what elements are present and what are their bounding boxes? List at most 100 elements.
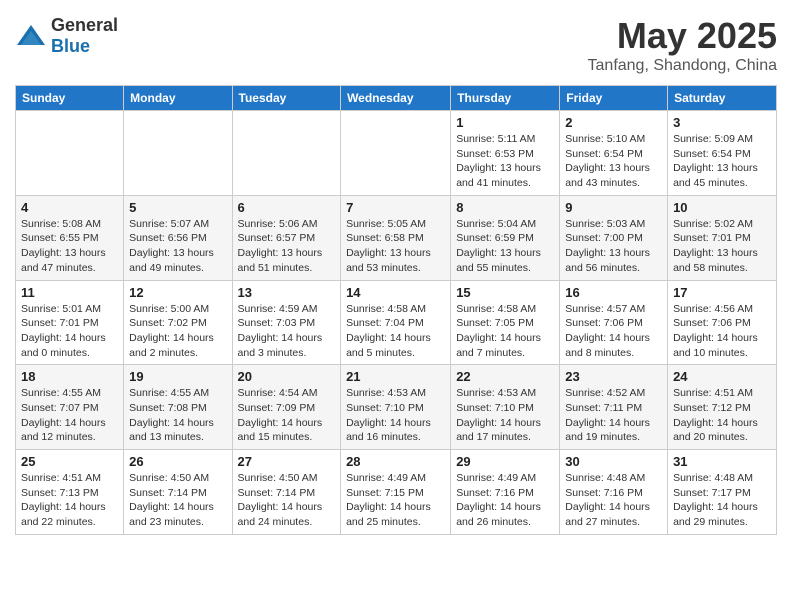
- calendar-cell: [341, 111, 451, 196]
- day-detail: Sunrise: 4:53 AM Sunset: 7:10 PM Dayligh…: [456, 386, 554, 445]
- calendar-cell: 20 Sunrise: 4:54 AM Sunset: 7:09 PM Dayli…: [232, 365, 341, 450]
- day-number: 8: [456, 200, 554, 215]
- calendar-cell: 2 Sunrise: 5:10 AM Sunset: 6:54 PM Daylig…: [560, 111, 668, 196]
- calendar-cell: 29Sunrise: 4:49 AM Sunset: 7:16 PM Dayli…: [451, 450, 560, 535]
- day-detail: Sunrise: 5:05 AM Sunset: 6:58 PM Dayligh…: [346, 217, 445, 276]
- calendar-cell: 9 Sunrise: 5:03 AM Sunset: 7:00 PM Daylig…: [560, 195, 668, 280]
- calendar-cell: 17Sunrise: 4:56 AM Sunset: 7:06 PM Dayli…: [668, 280, 777, 365]
- day-detail: Sunrise: 4:51 AM Sunset: 7:12 PM Dayligh…: [673, 386, 771, 445]
- day-number: 31: [673, 454, 771, 469]
- weekday-header-thursday: Thursday: [451, 86, 560, 111]
- day-detail: Sunrise: 5:10 AM Sunset: 6:54 PM Dayligh…: [565, 132, 662, 191]
- day-number: 10: [673, 200, 771, 215]
- day-number: 14: [346, 285, 445, 300]
- location-subtitle: Tanfang, Shandong, China: [588, 57, 777, 75]
- day-detail: Sunrise: 4:48 AM Sunset: 7:16 PM Dayligh…: [565, 471, 662, 530]
- day-number: 22: [456, 369, 554, 384]
- day-number: 1: [456, 115, 554, 130]
- calendar-cell: 31 Sunrise: 4:48 AM Sunset: 7:17 PM Dayli…: [668, 450, 777, 535]
- weekday-header-wednesday: Wednesday: [341, 86, 451, 111]
- day-number: 26: [129, 454, 226, 469]
- title-block: May 2025 Tanfang, Shandong, China: [588, 15, 777, 75]
- day-detail: Sunrise: 4:48 AM Sunset: 7:17 PM Dayligh…: [673, 471, 771, 530]
- calendar-week-row: 11 Sunrise: 5:01 AM Sunset: 7:01 PM Dayli…: [16, 280, 777, 365]
- calendar-cell: 6Sunrise: 5:06 AM Sunset: 6:57 PM Daylig…: [232, 195, 341, 280]
- calendar-cell: 30 Sunrise: 4:48 AM Sunset: 7:16 PM Dayli…: [560, 450, 668, 535]
- day-number: 16: [565, 285, 662, 300]
- weekday-header-tuesday: Tuesday: [232, 86, 341, 111]
- day-number: 18: [21, 369, 118, 384]
- day-detail: Sunrise: 5:00 AM Sunset: 7:02 PM Dayligh…: [129, 302, 226, 361]
- day-detail: Sunrise: 4:55 AM Sunset: 7:08 PM Dayligh…: [129, 386, 226, 445]
- calendar-cell: 22 Sunrise: 4:53 AM Sunset: 7:10 PM Dayli…: [451, 365, 560, 450]
- day-number: 15: [456, 285, 554, 300]
- day-detail: Sunrise: 4:57 AM Sunset: 7:06 PM Dayligh…: [565, 302, 662, 361]
- day-detail: Sunrise: 4:55 AM Sunset: 7:07 PM Dayligh…: [21, 386, 118, 445]
- day-number: 13: [238, 285, 336, 300]
- calendar-cell: 23Sunrise: 4:52 AM Sunset: 7:11 PM Dayli…: [560, 365, 668, 450]
- day-number: 21: [346, 369, 445, 384]
- day-detail: Sunrise: 5:11 AM Sunset: 6:53 PM Dayligh…: [456, 132, 554, 191]
- day-number: 20: [238, 369, 336, 384]
- logo-blue-text: Blue: [51, 36, 90, 56]
- calendar-week-row: 25Sunrise: 4:51 AM Sunset: 7:13 PM Dayli…: [16, 450, 777, 535]
- calendar-week-row: 4 Sunrise: 5:08 AM Sunset: 6:55 PM Daylig…: [16, 195, 777, 280]
- day-detail: Sunrise: 5:03 AM Sunset: 7:00 PM Dayligh…: [565, 217, 662, 276]
- day-detail: Sunrise: 5:09 AM Sunset: 6:54 PM Dayligh…: [673, 132, 771, 191]
- calendar-cell: 8 Sunrise: 5:04 AM Sunset: 6:59 PM Daylig…: [451, 195, 560, 280]
- calendar-cell: 26 Sunrise: 4:50 AM Sunset: 7:14 PM Dayli…: [124, 450, 232, 535]
- day-number: 6: [238, 200, 336, 215]
- day-number: 28: [346, 454, 445, 469]
- day-number: 9: [565, 200, 662, 215]
- day-detail: Sunrise: 5:04 AM Sunset: 6:59 PM Dayligh…: [456, 217, 554, 276]
- logo-icon: [15, 23, 47, 49]
- calendar-cell: 28Sunrise: 4:49 AM Sunset: 7:15 PM Dayli…: [341, 450, 451, 535]
- page-header: General Blue May 2025 Tanfang, Shandong,…: [15, 15, 777, 75]
- day-number: 23: [565, 369, 662, 384]
- calendar-cell: 7Sunrise: 5:05 AM Sunset: 6:58 PM Daylig…: [341, 195, 451, 280]
- logo-general-text: General: [51, 15, 118, 35]
- day-detail: Sunrise: 5:08 AM Sunset: 6:55 PM Dayligh…: [21, 217, 118, 276]
- calendar-cell: 10 Sunrise: 5:02 AM Sunset: 7:01 PM Dayli…: [668, 195, 777, 280]
- day-detail: Sunrise: 5:01 AM Sunset: 7:01 PM Dayligh…: [21, 302, 118, 361]
- calendar-cell: 24 Sunrise: 4:51 AM Sunset: 7:12 PM Dayli…: [668, 365, 777, 450]
- calendar-cell: 13 Sunrise: 4:59 AM Sunset: 7:03 PM Dayli…: [232, 280, 341, 365]
- day-detail: Sunrise: 4:58 AM Sunset: 7:04 PM Dayligh…: [346, 302, 445, 361]
- day-number: 2: [565, 115, 662, 130]
- day-number: 19: [129, 369, 226, 384]
- day-detail: Sunrise: 4:49 AM Sunset: 7:16 PM Dayligh…: [456, 471, 554, 530]
- day-number: 24: [673, 369, 771, 384]
- day-detail: Sunrise: 4:53 AM Sunset: 7:10 PM Dayligh…: [346, 386, 445, 445]
- day-detail: Sunrise: 4:58 AM Sunset: 7:05 PM Dayligh…: [456, 302, 554, 361]
- calendar-cell: 3 Sunrise: 5:09 AM Sunset: 6:54 PM Daylig…: [668, 111, 777, 196]
- calendar-week-row: 18 Sunrise: 4:55 AM Sunset: 7:07 PM Dayli…: [16, 365, 777, 450]
- weekday-header-row: SundayMondayTuesdayWednesdayThursdayFrid…: [16, 86, 777, 111]
- day-number: 12: [129, 285, 226, 300]
- calendar-cell: 14 Sunrise: 4:58 AM Sunset: 7:04 PM Dayli…: [341, 280, 451, 365]
- calendar-cell: 25Sunrise: 4:51 AM Sunset: 7:13 PM Dayli…: [16, 450, 124, 535]
- day-detail: Sunrise: 5:07 AM Sunset: 6:56 PM Dayligh…: [129, 217, 226, 276]
- calendar-cell: [124, 111, 232, 196]
- day-number: 4: [21, 200, 118, 215]
- day-number: 3: [673, 115, 771, 130]
- day-number: 27: [238, 454, 336, 469]
- day-detail: Sunrise: 4:50 AM Sunset: 7:14 PM Dayligh…: [238, 471, 336, 530]
- weekday-header-saturday: Saturday: [668, 86, 777, 111]
- calendar-cell: 18 Sunrise: 4:55 AM Sunset: 7:07 PM Dayli…: [16, 365, 124, 450]
- calendar-cell: [16, 111, 124, 196]
- calendar-cell: 4 Sunrise: 5:08 AM Sunset: 6:55 PM Daylig…: [16, 195, 124, 280]
- calendar-cell: 5Sunrise: 5:07 AM Sunset: 6:56 PM Daylig…: [124, 195, 232, 280]
- day-number: 11: [21, 285, 118, 300]
- calendar-cell: 19 Sunrise: 4:55 AM Sunset: 7:08 PM Dayli…: [124, 365, 232, 450]
- day-detail: Sunrise: 4:54 AM Sunset: 7:09 PM Dayligh…: [238, 386, 336, 445]
- calendar-week-row: 1 Sunrise: 5:11 AM Sunset: 6:53 PM Daylig…: [16, 111, 777, 196]
- day-detail: Sunrise: 4:50 AM Sunset: 7:14 PM Dayligh…: [129, 471, 226, 530]
- calendar-cell: 16 Sunrise: 4:57 AM Sunset: 7:06 PM Dayli…: [560, 280, 668, 365]
- calendar-cell: [232, 111, 341, 196]
- calendar-cell: 11 Sunrise: 5:01 AM Sunset: 7:01 PM Dayli…: [16, 280, 124, 365]
- logo: General Blue: [15, 15, 118, 57]
- day-number: 30: [565, 454, 662, 469]
- day-detail: Sunrise: 4:59 AM Sunset: 7:03 PM Dayligh…: [238, 302, 336, 361]
- day-detail: Sunrise: 5:02 AM Sunset: 7:01 PM Dayligh…: [673, 217, 771, 276]
- weekday-header-monday: Monday: [124, 86, 232, 111]
